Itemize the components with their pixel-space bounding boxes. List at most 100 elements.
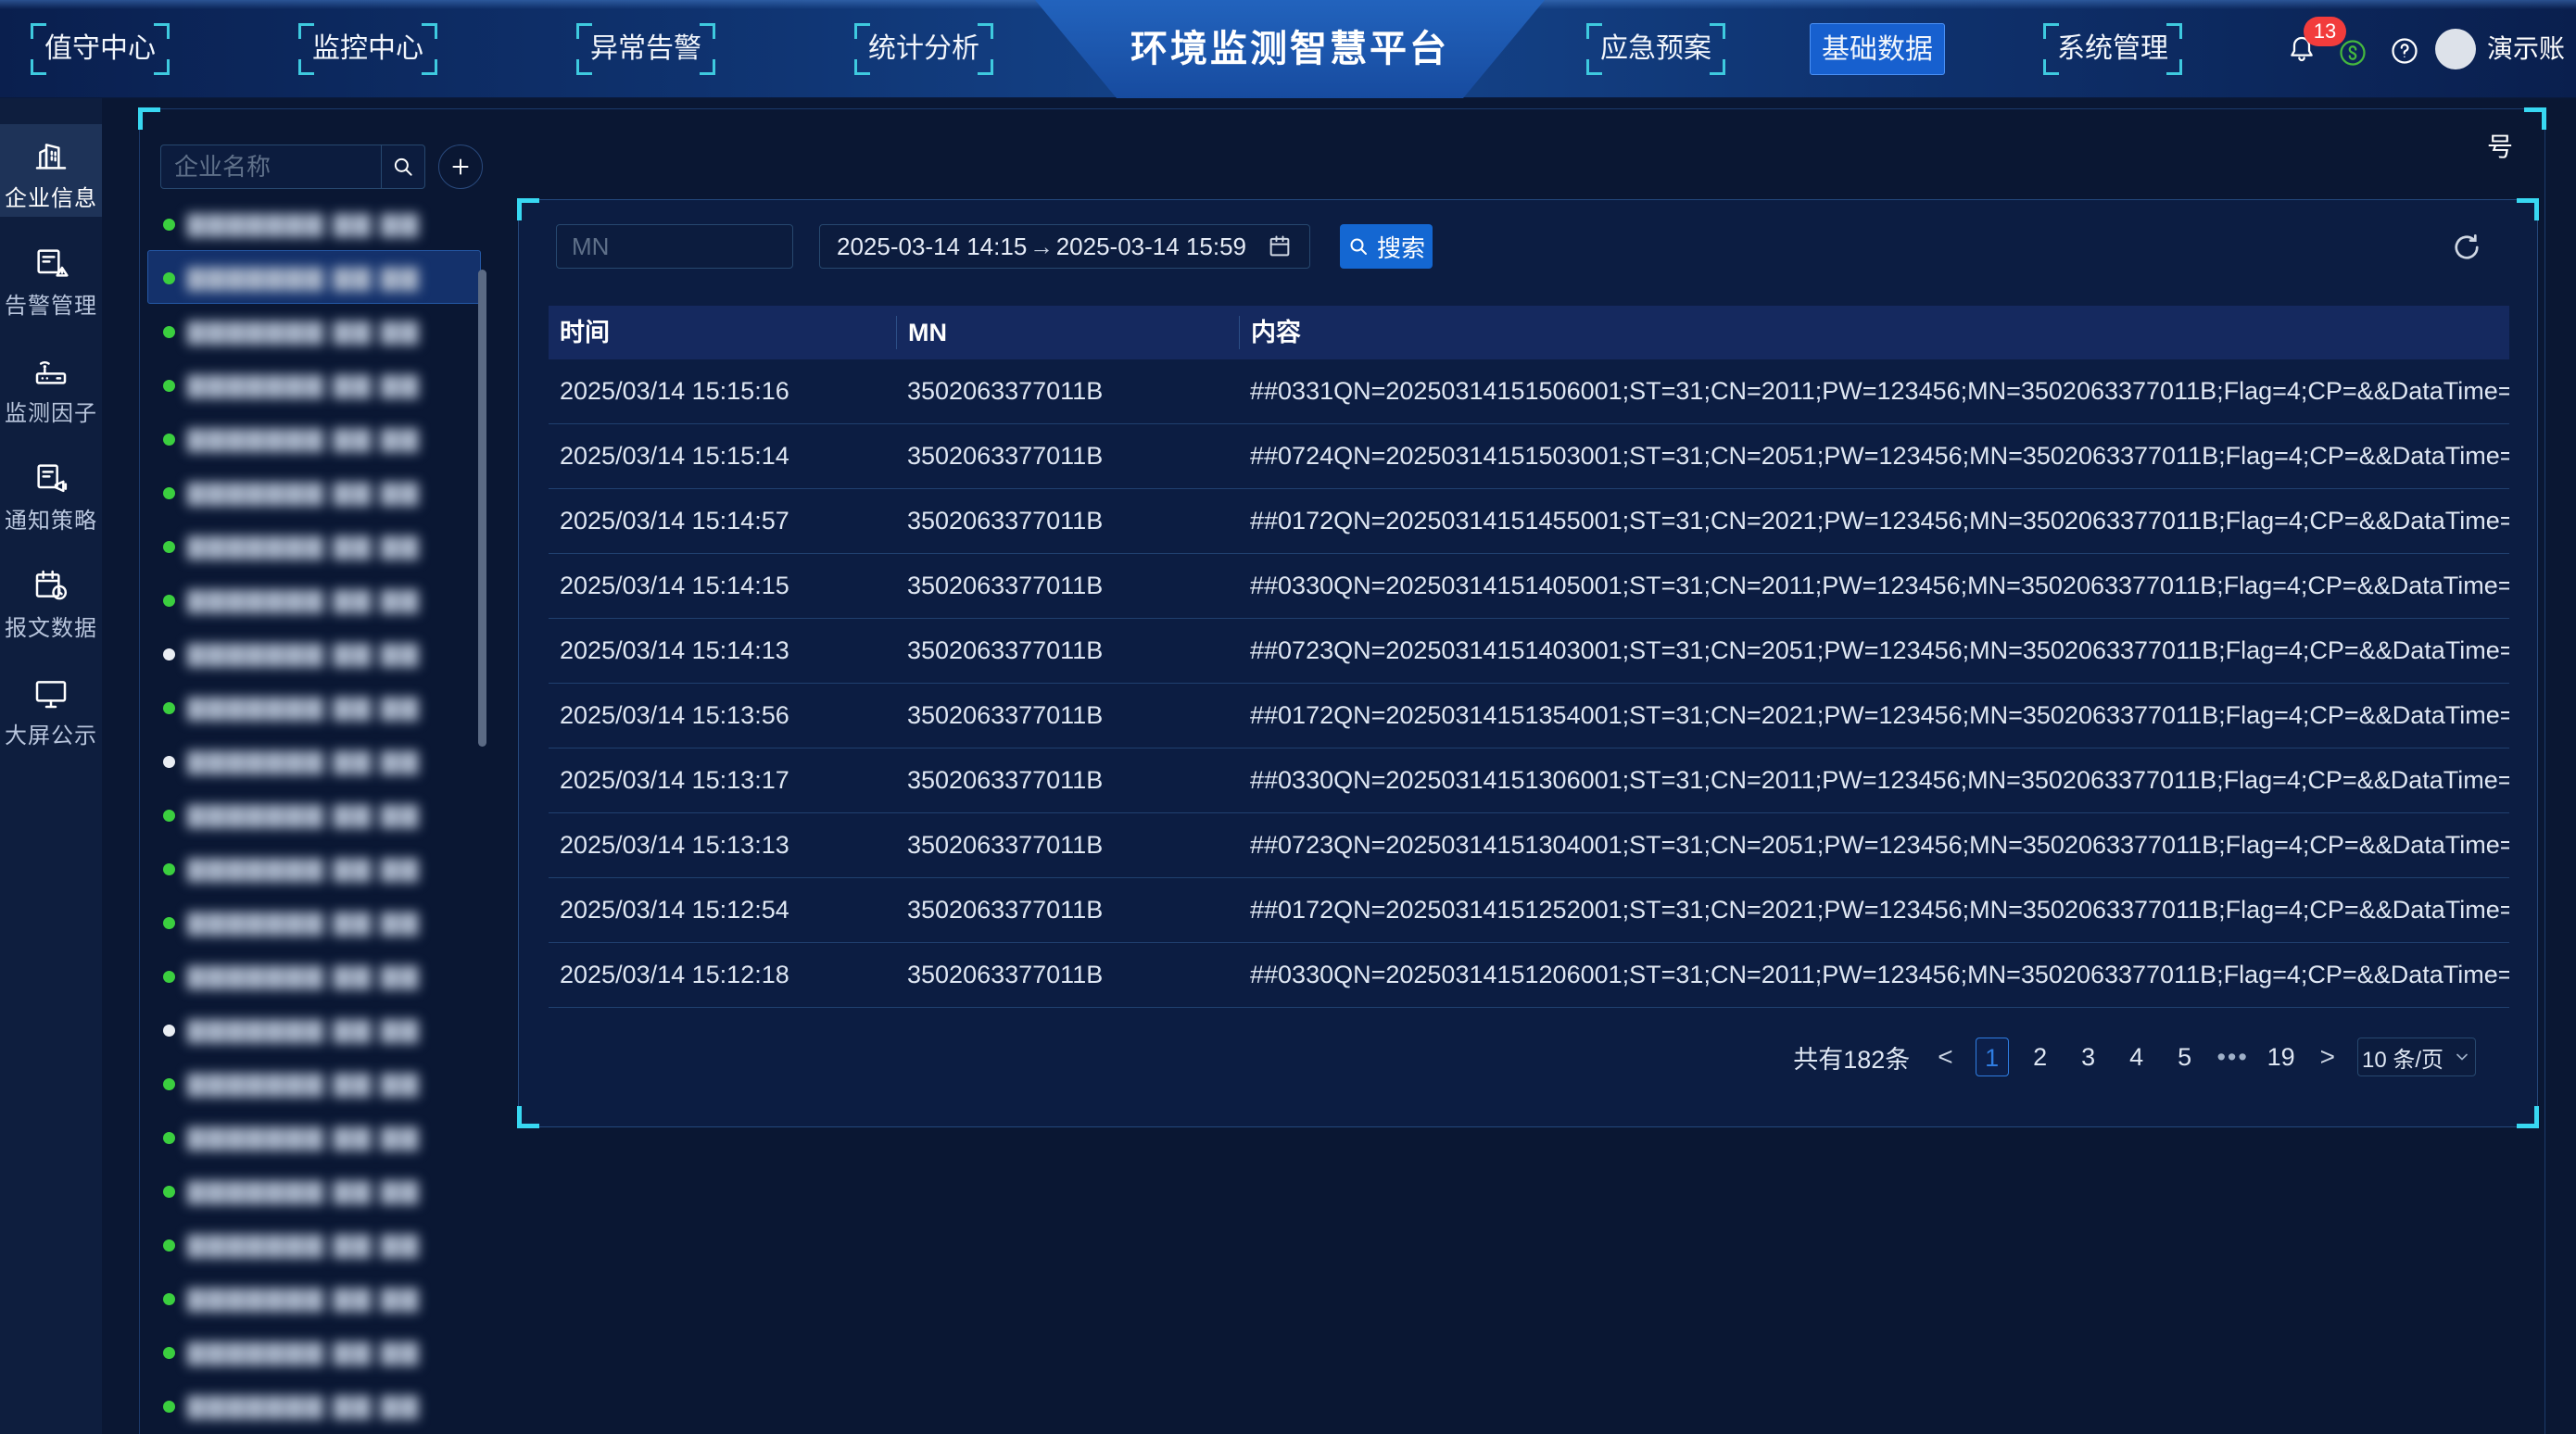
company-list-item[interactable]: ▇▇▇▇▇▇▇ ▇▇ ▇▇ xyxy=(147,841,481,895)
table-row[interactable]: 2025/03/14 15:14:153502063377011B##0330Q… xyxy=(549,554,2509,619)
notify-document-icon xyxy=(32,459,69,497)
cell-mn: 3502063377011B xyxy=(896,701,1239,730)
company-list-item[interactable]: ▇▇▇▇▇▇▇ ▇▇ ▇▇ xyxy=(147,250,481,304)
company-list-item[interactable]: ▇▇▇▇▇▇▇ ▇▇ ▇▇ xyxy=(147,1002,481,1056)
company-name-redacted: ▇▇▇▇▇▇▇ ▇▇ ▇▇ xyxy=(187,748,420,774)
table-row[interactable]: 2025/03/14 15:13:133502063377011B##0723Q… xyxy=(549,813,2509,878)
status-dot xyxy=(163,541,175,553)
page-size-value: 10 条/页 xyxy=(2362,1041,2443,1074)
connection-status-icon[interactable] xyxy=(2339,39,2367,67)
sidebar-item-enterprise-info[interactable]: 企业信息 xyxy=(0,124,102,217)
search-icon xyxy=(1347,235,1370,258)
account-name[interactable]: 演示账号 xyxy=(2487,0,2576,98)
bracket-decoration xyxy=(31,23,170,75)
company-list-item[interactable]: ▇▇▇▇▇▇▇ ▇▇ ▇▇ xyxy=(147,465,481,519)
sidebar-item-monitor-factor[interactable]: 监测因子 xyxy=(0,339,102,432)
prev-page-button[interactable]: < xyxy=(1936,1042,1954,1072)
sidebar-item-label: 告警管理 xyxy=(0,287,102,320)
company-list-item[interactable]: ▇▇▇▇▇▇▇ ▇▇ ▇▇ xyxy=(147,196,481,250)
table-row[interactable]: 2025/03/14 15:12:183502063377011B##0330Q… xyxy=(549,943,2509,1008)
status-dot xyxy=(163,863,175,875)
table-row[interactable]: 2025/03/14 15:12:543502063377011B##0172Q… xyxy=(549,878,2509,943)
company-name-redacted: ▇▇▇▇▇▇▇ ▇▇ ▇▇ xyxy=(187,480,420,506)
company-list-item[interactable]: ▇▇▇▇▇▇▇ ▇▇ ▇▇ xyxy=(147,895,481,949)
company-search-button[interactable] xyxy=(381,145,425,189)
table-row[interactable]: 2025/03/14 15:14:133502063377011B##0723Q… xyxy=(549,619,2509,684)
corner-decoration xyxy=(2524,107,2546,130)
cell-content: ##0723QN=20250314151403001;ST=31;CN=2051… xyxy=(1239,636,2509,665)
company-list-item[interactable]: ▇▇▇▇▇▇▇ ▇▇ ▇▇ xyxy=(147,304,481,358)
sidebar-item-message-data[interactable]: 报文数据 xyxy=(0,554,102,647)
nav-item-duty-center[interactable]: 值守中心 xyxy=(31,23,170,75)
company-list-item[interactable]: ▇▇▇▇▇▇▇ ▇▇ ▇▇ xyxy=(147,1164,481,1217)
table-header: 时间 MN 内容 xyxy=(549,306,2509,359)
sidebar-item-alarm-management[interactable]: 告警管理 xyxy=(0,232,102,324)
status-dot xyxy=(163,595,175,607)
company-list-scrollbar[interactable] xyxy=(478,270,486,747)
page-number-button[interactable]: 3 xyxy=(2072,1038,2105,1076)
corner-decoration xyxy=(517,1106,539,1128)
company-list-item[interactable]: ▇▇▇▇▇▇▇ ▇▇ ▇▇ xyxy=(147,1110,481,1164)
nav-item-statistics[interactable]: 统计分析 xyxy=(854,23,993,75)
page-number-button[interactable]: 5 xyxy=(2168,1038,2202,1076)
cell-content: ##0330QN=20250314151206001;ST=31;CN=2011… xyxy=(1239,961,2509,989)
nav-item-emergency-plan[interactable]: 应急预案 xyxy=(1586,23,1725,75)
date-range-picker[interactable]: 2025-03-14 14:15 → 2025-03-14 15:59 xyxy=(819,224,1310,269)
nav-item-monitor-center[interactable]: 监控中心 xyxy=(298,23,437,75)
company-name-redacted: ▇▇▇▇▇▇▇ ▇▇ ▇▇ xyxy=(187,910,420,936)
cell-mn: 3502063377011B xyxy=(896,766,1239,795)
company-list-item[interactable]: ▇▇▇▇▇▇▇ ▇▇ ▇▇ xyxy=(147,1325,481,1378)
page-number-button[interactable]: 19 xyxy=(2265,1038,2298,1076)
company-name-redacted: ▇▇▇▇▇▇▇ ▇▇ ▇▇ xyxy=(187,695,420,721)
page-size-select[interactable]: 10 条/页 xyxy=(2357,1038,2476,1076)
company-list-item[interactable]: ▇▇▇▇▇▇▇ ▇▇ ▇▇ xyxy=(147,358,481,411)
help-icon[interactable] xyxy=(2391,37,2418,65)
user-avatar[interactable] xyxy=(2435,29,2476,69)
mn-filter-input[interactable] xyxy=(556,224,793,269)
company-list-item[interactable]: ▇▇▇▇▇▇▇ ▇▇ ▇▇ xyxy=(147,1217,481,1271)
cell-content: ##0172QN=20250314151252001;ST=31;CN=2021… xyxy=(1239,896,2509,925)
monitor-device-icon xyxy=(32,352,69,389)
page-number-button[interactable]: 2 xyxy=(2024,1038,2057,1076)
table-row[interactable]: 2025/03/14 15:15:163502063377011B##0331Q… xyxy=(549,359,2509,424)
status-dot xyxy=(163,1132,175,1144)
company-list-item[interactable]: ▇▇▇▇▇▇▇ ▇▇ ▇▇ xyxy=(147,949,481,1002)
nav-item-abnormal-alarm[interactable]: 异常告警 xyxy=(576,23,715,75)
company-list-item[interactable]: ▇▇▇▇▇▇▇ ▇▇ ▇▇ xyxy=(147,1378,481,1432)
company-list-item[interactable]: ▇▇▇▇▇▇▇ ▇▇ ▇▇ xyxy=(147,626,481,680)
company-list-item[interactable]: ▇▇▇▇▇▇▇ ▇▇ ▇▇ xyxy=(147,1271,481,1325)
page-number-button[interactable]: 1 xyxy=(1976,1038,2009,1076)
sidebar-item-big-screen[interactable]: 大屏公示 xyxy=(0,661,102,754)
status-dot xyxy=(163,380,175,392)
table-row[interactable]: 2025/03/14 15:14:573502063377011B##0172Q… xyxy=(549,489,2509,554)
add-company-button[interactable] xyxy=(438,145,483,189)
cell-content: ##0724QN=20250314151503001;ST=31;CN=2051… xyxy=(1239,442,2509,471)
company-list-item[interactable]: ▇▇▇▇▇▇▇ ▇▇ ▇▇ xyxy=(147,787,481,841)
company-name-redacted: ▇▇▇▇▇▇▇ ▇▇ ▇▇ xyxy=(187,265,420,291)
company-list-item[interactable]: ▇▇▇▇▇▇▇ ▇▇ ▇▇ xyxy=(147,519,481,572)
date-start-value[interactable]: 2025-03-14 14:15 xyxy=(837,233,1027,261)
cell-mn: 3502063377011B xyxy=(896,377,1239,406)
company-list-item[interactable]: ▇▇▇▇▇▇▇ ▇▇ ▇▇ xyxy=(147,680,481,734)
sidebar-item-notify-strategy[interactable]: 通知策略 xyxy=(0,447,102,539)
table-row[interactable]: 2025/03/14 15:13:563502063377011B##0172Q… xyxy=(549,684,2509,748)
company-name-redacted: ▇▇▇▇▇▇▇ ▇▇ ▇▇ xyxy=(187,1232,420,1258)
sidebar-item-label: 通知策略 xyxy=(0,502,102,535)
date-end-value[interactable]: 2025-03-14 15:59 xyxy=(1056,233,1246,261)
company-list-item[interactable]: ▇▇▇▇▇▇▇ ▇▇ ▇▇ xyxy=(147,411,481,465)
page-number-button[interactable]: 4 xyxy=(2120,1038,2153,1076)
nav-item-basic-data-active[interactable]: 基础数据 xyxy=(1810,23,1945,75)
nav-item-system-management[interactable]: 系统管理 xyxy=(2043,23,2182,75)
search-button[interactable]: 搜索 xyxy=(1340,224,1433,269)
cell-mn: 3502063377011B xyxy=(896,896,1239,925)
cell-content: ##0172QN=20250314151455001;ST=31;CN=2021… xyxy=(1239,507,2509,535)
cell-mn: 3502063377011B xyxy=(896,961,1239,989)
company-list-item[interactable]: ▇▇▇▇▇▇▇ ▇▇ ▇▇ xyxy=(147,572,481,626)
table-row[interactable]: 2025/03/14 15:13:173502063377011B##0330Q… xyxy=(549,748,2509,813)
company-search-input[interactable] xyxy=(160,145,381,189)
refresh-button[interactable] xyxy=(2450,230,2485,265)
next-page-button[interactable]: > xyxy=(2318,1042,2337,1072)
table-row[interactable]: 2025/03/14 15:15:143502063377011B##0724Q… xyxy=(549,424,2509,489)
company-list-item[interactable]: ▇▇▇▇▇▇▇ ▇▇ ▇▇ xyxy=(147,734,481,787)
company-list-item[interactable]: ▇▇▇▇▇▇▇ ▇▇ ▇▇ xyxy=(147,1056,481,1110)
